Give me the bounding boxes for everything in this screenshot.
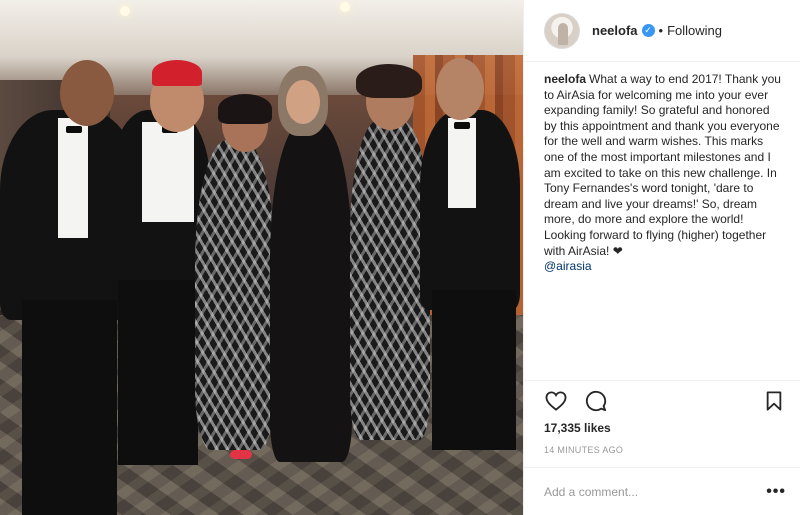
post-timestamp: 14 MINUTES AGO bbox=[544, 445, 624, 455]
following-button[interactable]: Following bbox=[667, 23, 722, 38]
comment-bar: ••• bbox=[524, 467, 800, 515]
caption-area: neelofa What a way to end 2017! Thank you… bbox=[524, 62, 800, 380]
actions-area: 17,335 likes 14 MINUTES AGO bbox=[524, 380, 800, 465]
verified-badge-icon: ✓ bbox=[641, 24, 655, 37]
action-icons bbox=[544, 381, 786, 421]
caption: neelofa What a way to end 2017! Thank you… bbox=[544, 72, 784, 275]
post-photo[interactable] bbox=[0, 0, 523, 515]
caption-text: What a way to end 2017! Thank you to Air… bbox=[544, 72, 781, 258]
header-username[interactable]: neelofa bbox=[592, 23, 638, 38]
ceiling-light bbox=[340, 2, 350, 12]
avatar[interactable] bbox=[544, 12, 580, 49]
mention-link[interactable]: @airasia bbox=[544, 259, 784, 275]
post-header: neelofa ✓ • Following bbox=[524, 0, 800, 62]
bookmark-icon[interactable] bbox=[762, 389, 786, 413]
ceiling-light bbox=[120, 6, 130, 16]
header-separator: • bbox=[658, 23, 664, 38]
caption-username[interactable]: neelofa bbox=[544, 72, 586, 86]
heart-icon[interactable] bbox=[544, 389, 568, 413]
post-sidebar: neelofa ✓ • Following neelofa What a way … bbox=[523, 0, 800, 515]
likes-count[interactable]: 17,335 likes bbox=[544, 421, 786, 435]
instagram-post: neelofa ✓ • Following neelofa What a way … bbox=[0, 0, 800, 515]
comment-icon[interactable] bbox=[584, 389, 608, 413]
more-options-icon[interactable]: ••• bbox=[766, 483, 786, 501]
comment-input[interactable] bbox=[544, 484, 744, 499]
